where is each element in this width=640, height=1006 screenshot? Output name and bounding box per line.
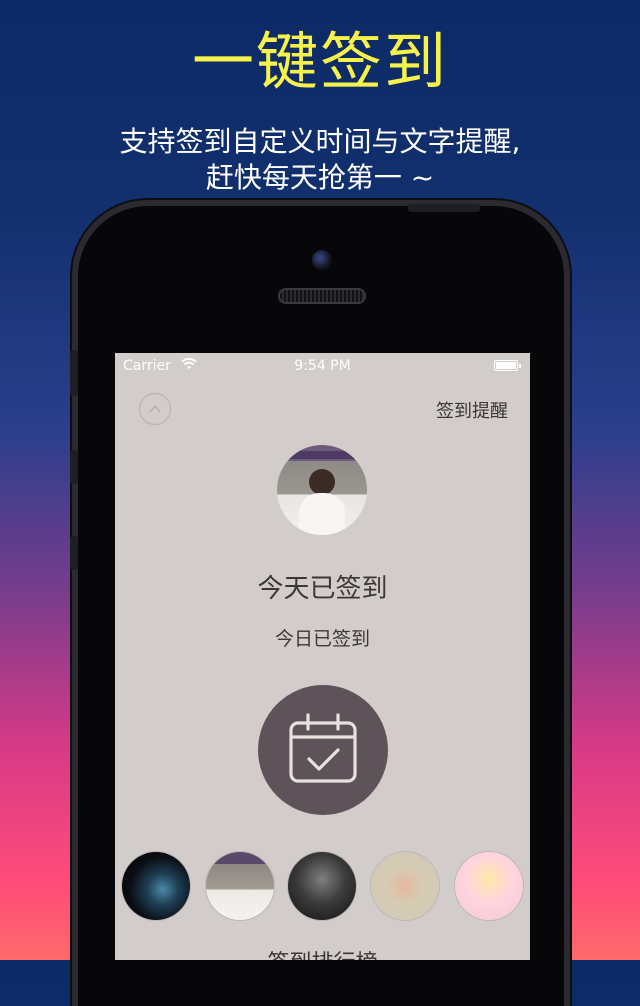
- volume-down-button: [70, 536, 78, 570]
- power-button: [408, 204, 480, 212]
- promo-headline: 一键签到: [191, 25, 448, 98]
- checkin-status-title: 今天已签到: [257, 574, 388, 604]
- front-camera: [312, 250, 332, 270]
- checkin-button[interactable]: [258, 685, 388, 815]
- user-avatar[interactable]: [277, 445, 367, 535]
- promo-subline-1: 支持签到自定义时间与文字提醒,: [119, 125, 521, 158]
- ranking-avatar-3[interactable]: [288, 852, 356, 920]
- ranking-title: 签到排行榜: [115, 945, 530, 960]
- volume-switch: [70, 350, 78, 396]
- battery-icon: [494, 360, 521, 371]
- app-screen: Carrier 9:54 PM 签到提醒 今天已签到 今日已签到: [115, 353, 530, 960]
- calendar-check-icon: [289, 713, 357, 783]
- ranking-avatar-1[interactable]: [122, 852, 190, 920]
- app-logo-icon[interactable]: [139, 393, 171, 425]
- volume-up-button: [70, 450, 78, 484]
- promo-subline-2: 赶快每天抢第一 ~: [205, 161, 435, 194]
- checkin-status-subtitle: 今日已签到: [274, 628, 370, 650]
- earpiece-speaker: [278, 288, 366, 304]
- reminder-button[interactable]: 签到提醒: [436, 397, 508, 423]
- clock-label: 9:54 PM: [294, 358, 351, 374]
- ranking-avatar-2[interactable]: [206, 852, 274, 920]
- status-bar: Carrier 9:54 PM: [115, 353, 530, 379]
- ranking-avatar-4[interactable]: [371, 852, 439, 920]
- ranking-avatar-5[interactable]: [455, 852, 523, 920]
